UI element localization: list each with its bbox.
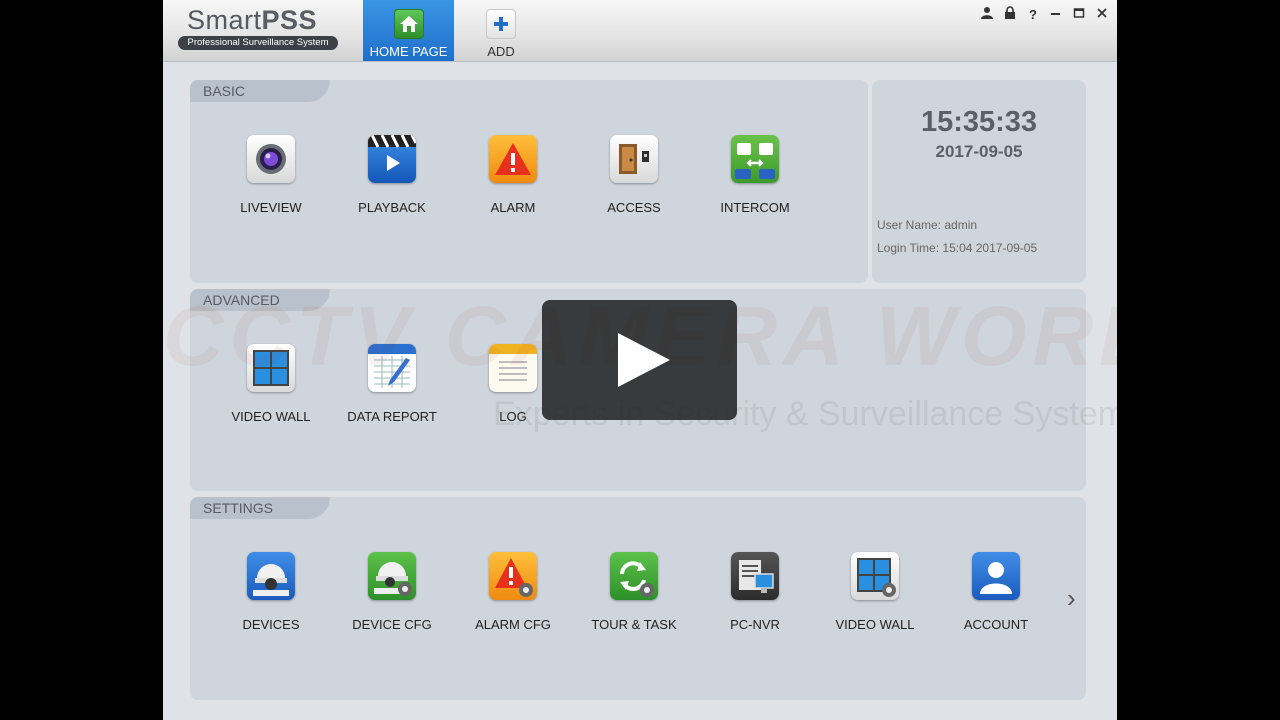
liveview-label: LIVEVIEW bbox=[240, 200, 302, 215]
next-page-arrow-icon[interactable]: › bbox=[1067, 583, 1076, 614]
clapper-play-icon bbox=[368, 135, 416, 183]
device-cfg-label: DEVICE CFG bbox=[352, 617, 432, 632]
brand-subtitle: Professional Surveillance System bbox=[178, 36, 338, 50]
camera-lens-icon bbox=[247, 135, 295, 183]
tab-home-label: HOME PAGE bbox=[369, 44, 448, 59]
account-tile[interactable]: ACCOUNT bbox=[941, 552, 1051, 632]
basic-section-label: BASIC bbox=[190, 80, 330, 102]
pc-nvr-label: PC-NVR bbox=[730, 617, 780, 632]
device-cfg-tile[interactable]: DEVICE CFG bbox=[337, 552, 447, 632]
alarm-tile[interactable]: ALARM bbox=[458, 135, 568, 215]
playback-label: PLAYBACK bbox=[358, 200, 426, 215]
login-time-label: Login Time: bbox=[877, 241, 940, 255]
lock-icon[interactable] bbox=[1001, 6, 1019, 24]
login-time-row: Login Time: 15:04 2017-09-05 bbox=[877, 241, 1037, 255]
tab-add-label: ADD bbox=[487, 44, 515, 59]
video-wall-cfg-tile[interactable]: VIDEO WALL bbox=[820, 552, 930, 632]
settings-panel: SETTINGS DEVICES DEVICE CFG ALARM CFG TO… bbox=[190, 497, 1086, 700]
dome-camera-gear-icon bbox=[368, 552, 416, 600]
refresh-gear-icon bbox=[610, 552, 658, 600]
intercom-tile[interactable]: INTERCOM bbox=[700, 135, 810, 215]
user-name-row: User Name: admin bbox=[877, 218, 977, 232]
door-icon bbox=[610, 135, 658, 183]
data-report-label: DATA REPORT bbox=[347, 409, 437, 424]
pc-nvr-icon bbox=[731, 552, 779, 600]
settings-section-label: SETTINGS bbox=[190, 497, 330, 519]
tab-home-page[interactable]: HOME PAGE bbox=[363, 0, 454, 61]
home-icon bbox=[393, 9, 424, 39]
play-icon bbox=[618, 333, 670, 387]
alarm-label: ALARM bbox=[490, 200, 536, 215]
brand-logo: SmartPSS bbox=[187, 5, 317, 36]
tab-add[interactable]: ADD bbox=[460, 0, 542, 61]
intercom-label: INTERCOM bbox=[720, 200, 790, 215]
access-label: ACCESS bbox=[607, 200, 661, 215]
maximize-icon[interactable] bbox=[1070, 6, 1088, 24]
video-play-button[interactable] bbox=[542, 300, 737, 420]
login-time-value: 15:04 2017-09-05 bbox=[942, 241, 1038, 255]
minimize-icon[interactable] bbox=[1047, 6, 1065, 24]
devices-tile[interactable]: DEVICES bbox=[216, 552, 326, 632]
user-name-value: admin bbox=[944, 218, 978, 232]
brand-name-light: Smart bbox=[187, 5, 262, 35]
playback-tile[interactable]: PLAYBACK bbox=[337, 135, 447, 215]
close-icon[interactable] bbox=[1093, 6, 1111, 24]
alarm-cfg-label: ALARM CFG bbox=[475, 617, 551, 632]
user-icon[interactable] bbox=[978, 6, 996, 24]
top-bar: SmartPSS Professional Surveillance Syste… bbox=[163, 0, 1117, 62]
plus-icon bbox=[486, 9, 516, 39]
dome-camera-icon bbox=[247, 552, 295, 600]
basic-panel: BASIC LIVEVIEW PLAYBACK ALARM ACCESS INT… bbox=[190, 80, 868, 283]
tour-task-label: TOUR & TASK bbox=[591, 617, 677, 632]
clock-time: 15:35:33 bbox=[920, 106, 1038, 138]
status-panel: 15:35:33 2017-09-05 User Name: admin Log… bbox=[872, 80, 1086, 283]
brand-name-bold: PSS bbox=[261, 5, 318, 35]
video-wall-gear-icon bbox=[851, 552, 899, 600]
intercom-icon bbox=[731, 135, 779, 183]
account-icon bbox=[972, 552, 1020, 600]
clock-date: 2017-09-05 bbox=[935, 142, 1023, 161]
alarm-cfg-tile[interactable]: ALARM CFG bbox=[458, 552, 568, 632]
tour-task-tile[interactable]: TOUR & TASK bbox=[579, 552, 689, 632]
liveview-tile[interactable]: LIVEVIEW bbox=[216, 135, 326, 215]
alarm-gear-icon bbox=[489, 552, 537, 600]
video-wall-cfg-label: VIDEO WALL bbox=[835, 617, 915, 632]
video-wall-label: VIDEO WALL bbox=[231, 409, 311, 424]
devices-label: DEVICES bbox=[242, 617, 300, 632]
help-icon[interactable]: ? bbox=[1024, 6, 1042, 24]
account-label: ACCOUNT bbox=[963, 617, 1029, 632]
alarm-warning-icon bbox=[489, 135, 537, 183]
pc-nvr-tile[interactable]: PC-NVR bbox=[700, 552, 810, 632]
user-name-label: User Name: bbox=[877, 218, 942, 232]
access-tile[interactable]: ACCESS bbox=[579, 135, 689, 215]
